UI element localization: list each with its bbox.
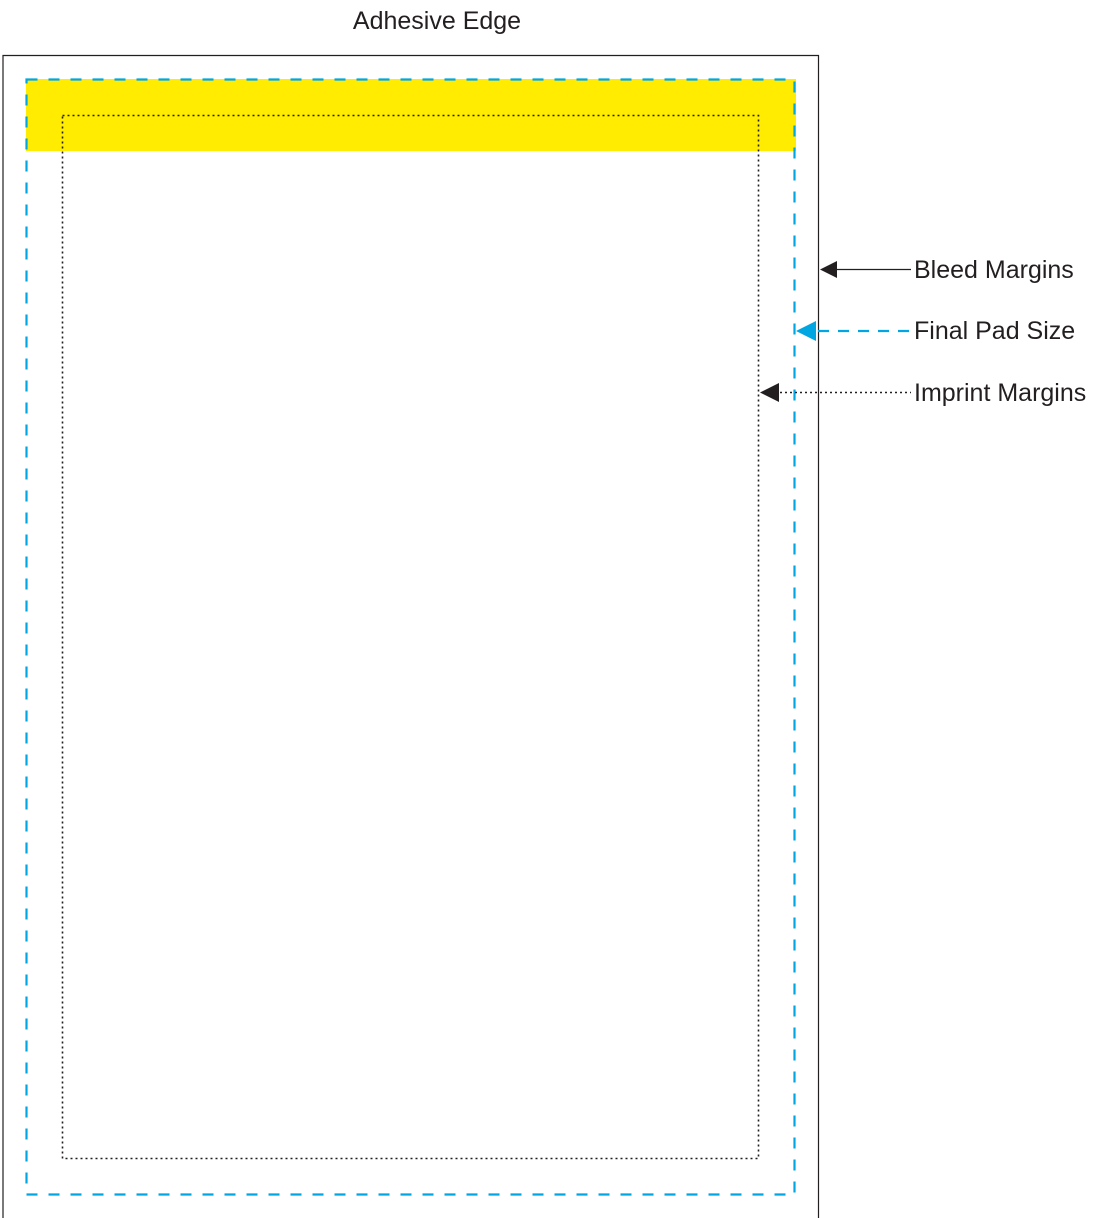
adhesive-strip: [26, 79, 796, 151]
legend-bleed-margins: Bleed Margins: [820, 256, 1074, 284]
adhesive-edge-title: Adhesive Edge: [353, 7, 521, 35]
imprint-margin-border: [61, 114, 760, 1160]
final-pad-size-border: [25, 78, 796, 1196]
legend-label-bleed: Bleed Margins: [914, 256, 1074, 284]
bleed-margin-border: [2, 54, 820, 1218]
legend-label-final: Final Pad Size: [914, 317, 1075, 345]
bleed-arrow-icon: [820, 261, 837, 278]
legend-label-imprint: Imprint Margins: [914, 379, 1086, 407]
legend-final-pad-size: Final Pad Size: [796, 317, 1075, 345]
imprint-arrow-icon: [760, 383, 779, 402]
final-arrow-icon: [796, 321, 816, 341]
pad-layout-diagram: Adhesive Edge Bleed Margins Final Pad Si…: [2, 7, 1086, 1218]
legend-imprint-margins: Imprint Margins: [760, 379, 1086, 407]
